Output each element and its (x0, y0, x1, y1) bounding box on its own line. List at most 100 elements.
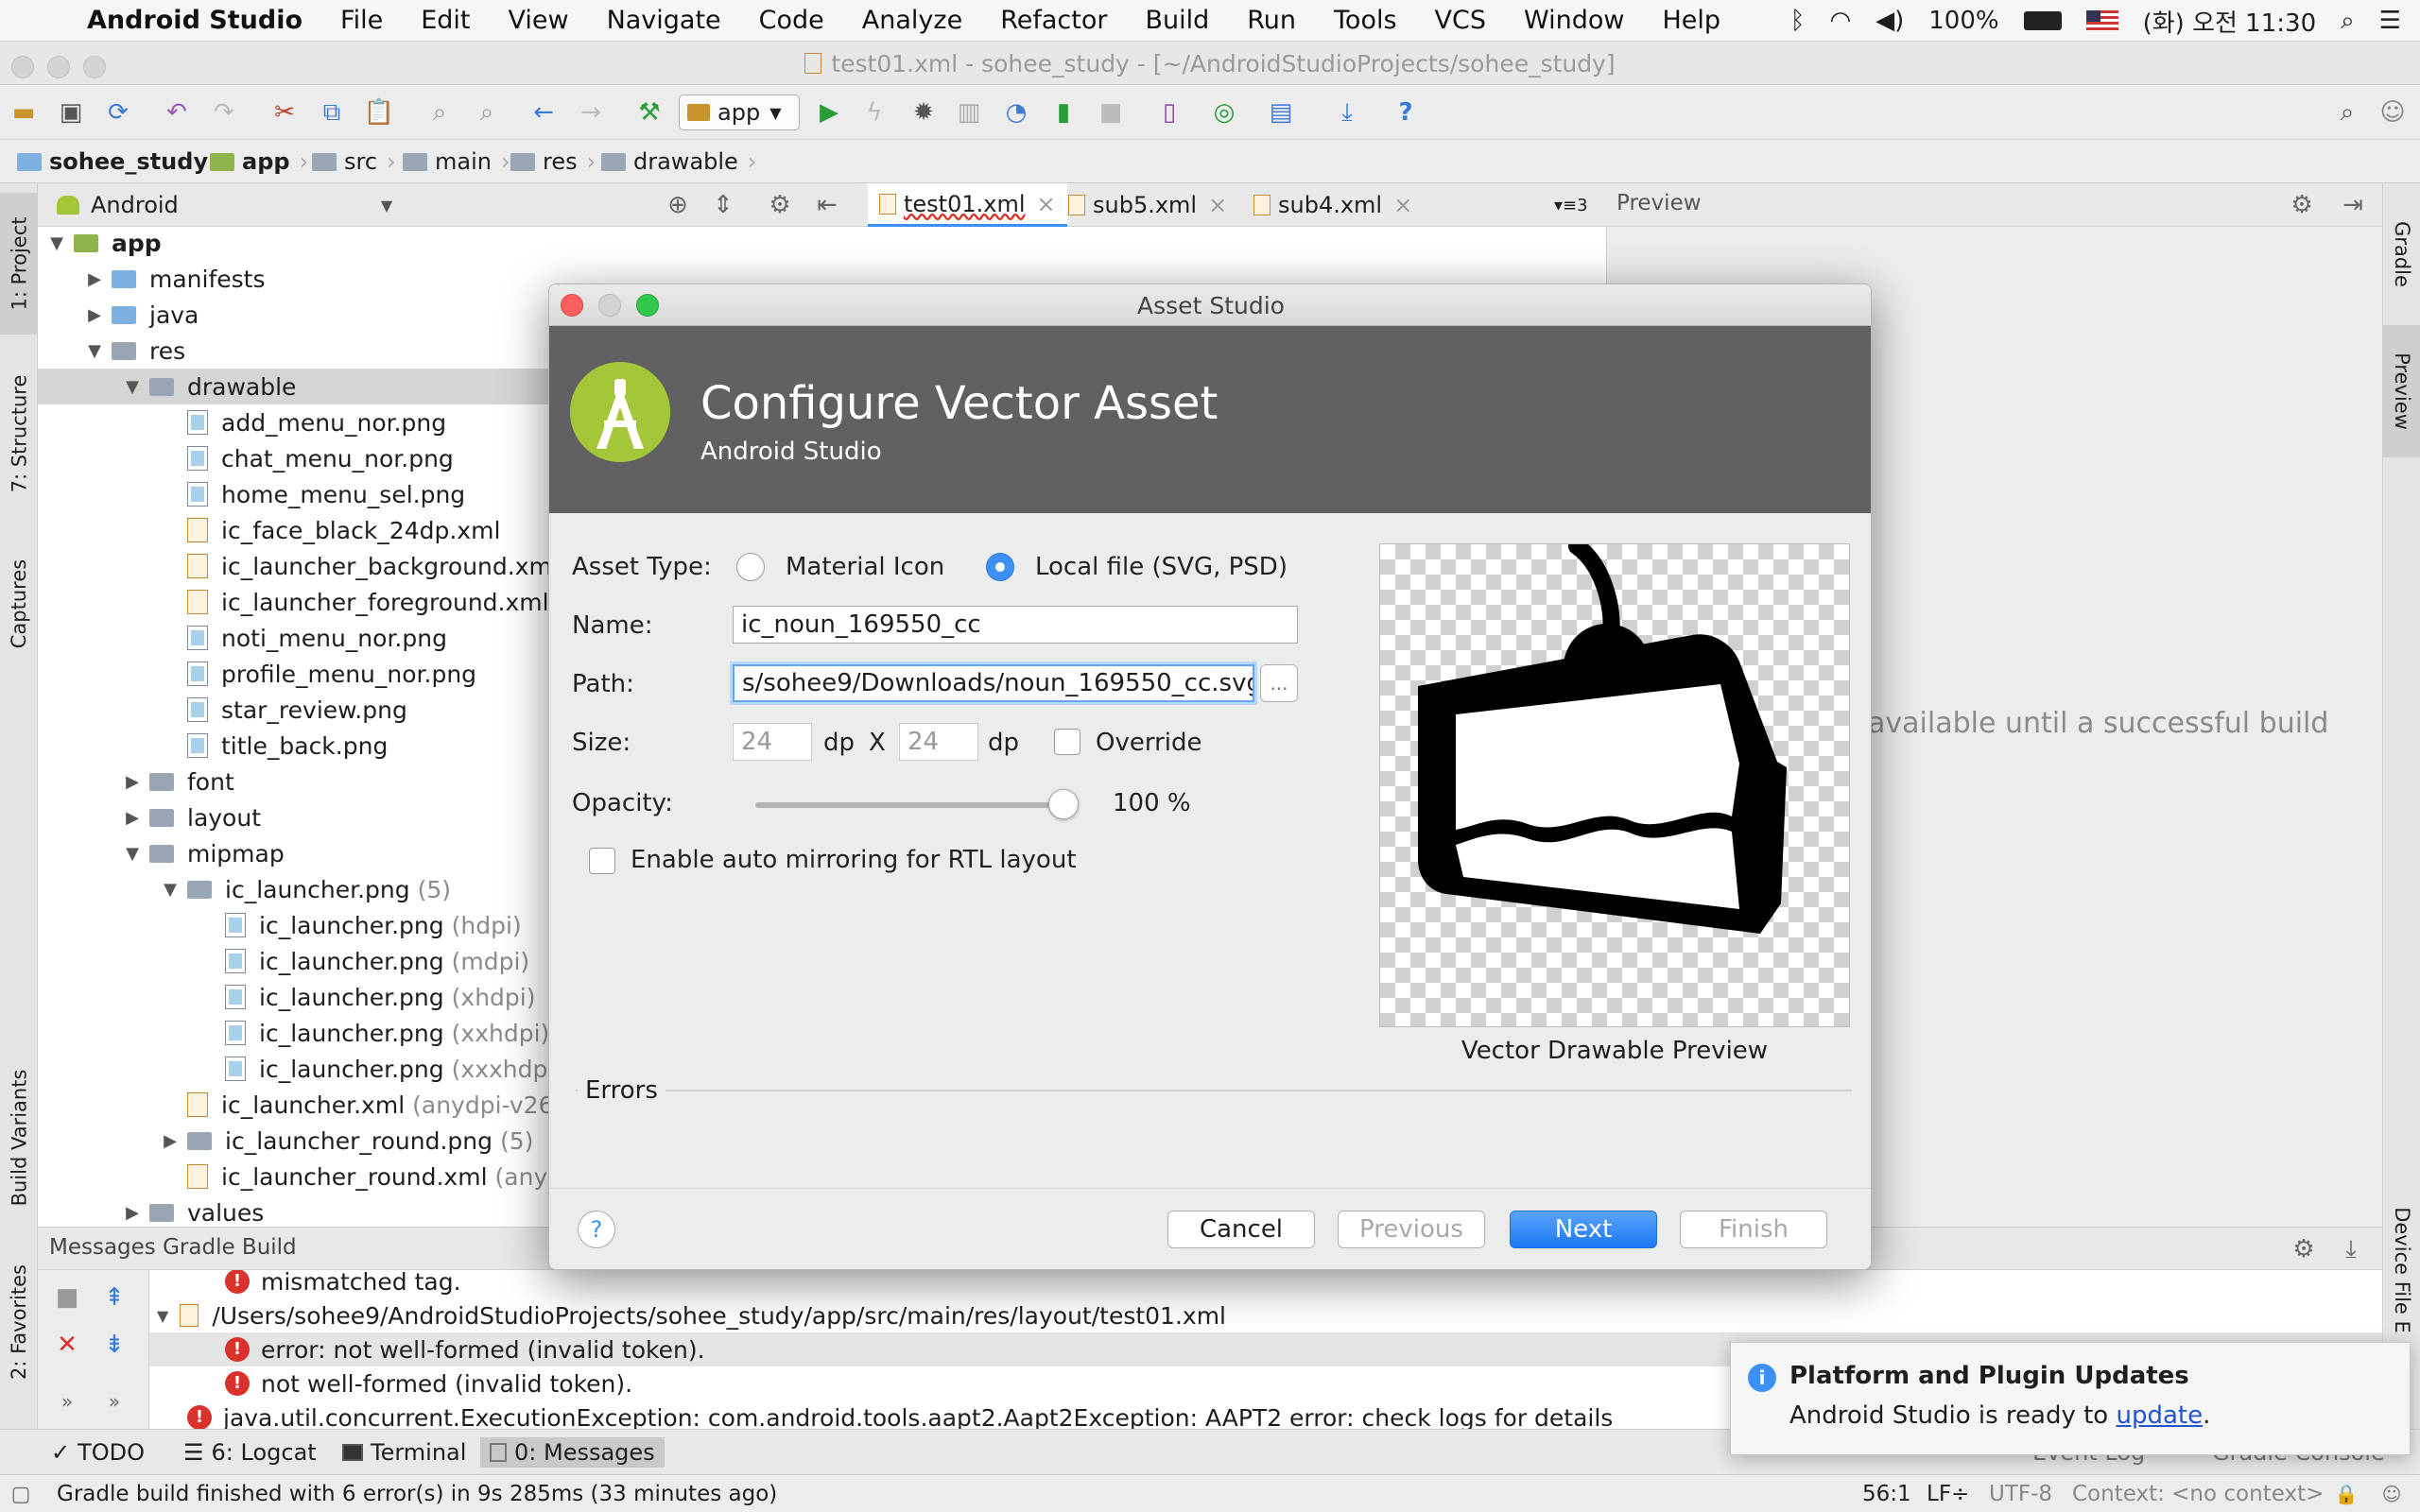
volume-icon[interactable]: ◀) (1876, 7, 1904, 35)
tab-sub5-xml[interactable]: sub5.xml × (1057, 183, 1238, 227)
help-button[interactable]: ? (578, 1211, 615, 1248)
debug-icon[interactable]: ✹ (909, 98, 938, 127)
chevron-right-icon[interactable]: ▶ (121, 808, 144, 828)
tree-item[interactable]: ▼ app (38, 227, 856, 261)
close-icon[interactable]: × (1037, 191, 1056, 217)
forward-icon[interactable]: → (577, 98, 605, 127)
menu-analyze[interactable]: Analyze (843, 6, 981, 35)
sync-gradle-icon[interactable]: ◎ (1210, 98, 1238, 127)
open-folder-icon[interactable]: ▬ (9, 98, 38, 127)
update-notification[interactable]: i Platform and Plugin Updates Android St… (1730, 1342, 2411, 1455)
tab-overflow-button[interactable]: ▾≡ 3 (1543, 183, 1599, 227)
collapse-all-icon[interactable]: ⇕ (709, 191, 737, 219)
asset-type-material-icon-radio[interactable] (736, 553, 765, 581)
tool-tab-project[interactable]: 1: Project (0, 193, 38, 335)
breadcrumb-res[interactable]: res › (510, 147, 596, 176)
menu-help[interactable]: Help (1643, 6, 1739, 35)
chevron-right-icon[interactable]: ▶ (121, 1203, 144, 1223)
breadcrumb-src[interactable]: src › (312, 147, 396, 176)
chevron-down-icon[interactable]: ▼ (121, 377, 144, 397)
user-avatar-icon[interactable]: ☺ (2378, 98, 2407, 127)
toggle-tool-windows-icon[interactable]: ▢ (8, 1481, 34, 1507)
make-project-hammer-icon[interactable]: ⚒ (635, 98, 664, 127)
collapse-all-icon[interactable]: ⇟ (100, 1331, 129, 1359)
menu-window[interactable]: Window (1505, 6, 1643, 35)
tool-tab-captures[interactable]: Captures (0, 533, 38, 675)
gear-icon[interactable]: ⚙ (766, 191, 794, 219)
caret-position[interactable]: 56:1 (1862, 1482, 1911, 1506)
browse-button[interactable]: ... (1260, 664, 1298, 702)
paste-icon[interactable]: 📋 (364, 98, 394, 127)
tool-tab-todo[interactable]: ✓ TODO (42, 1437, 154, 1468)
apk-analyze-icon[interactable]: ▮ (1049, 98, 1078, 127)
tool-tab-messages[interactable]: 0: Messages (480, 1437, 665, 1468)
breadcrumb-drawable[interactable]: drawable › (601, 147, 756, 176)
find-icon[interactable]: ⌕ (425, 98, 454, 127)
override-label[interactable]: Override (1096, 729, 1202, 757)
chevron-right-icon[interactable]: ▶ (159, 1131, 182, 1151)
chevron-down-icon[interactable]: ▼ (157, 1307, 168, 1325)
help-icon[interactable]: ? (1392, 98, 1420, 127)
asset-type-local-file-radio[interactable] (986, 553, 1014, 581)
list-item[interactable]: ! mismatched tag. (225, 1270, 461, 1298)
more-icon[interactable]: » (53, 1387, 81, 1416)
menu-tools[interactable]: Tools (1315, 6, 1416, 35)
chevron-down-icon[interactable]: ▼ (83, 341, 106, 361)
list-item[interactable]: ! java.util.concurrent.ExecutionException… (187, 1400, 1613, 1429)
menu-edit[interactable]: Edit (402, 6, 489, 35)
next-button[interactable]: Next (1510, 1211, 1657, 1248)
opacity-slider-track[interactable] (755, 802, 1063, 808)
tab-test01-xml[interactable]: test01.xml × (868, 183, 1067, 227)
locate-target-icon[interactable]: ⊕ (664, 191, 692, 219)
sync-icon[interactable]: ⟳ (104, 98, 132, 127)
spotlight-search-icon[interactable]: ⌕ (2341, 7, 2355, 36)
auto-mirroring-checkbox[interactable] (589, 848, 615, 874)
battery-percent[interactable]: 100% (1928, 7, 1998, 35)
menu-refactor[interactable]: Refactor (981, 6, 1126, 35)
chevron-down-icon[interactable]: ▼ (372, 191, 401, 219)
list-item[interactable]: ! not well-formed (invalid token). (225, 1366, 632, 1400)
back-icon[interactable]: ← (529, 98, 558, 127)
breadcrumb-main[interactable]: main › (403, 147, 510, 176)
chevron-right-icon[interactable]: ▶ (83, 269, 106, 289)
menu-app-name[interactable]: Android Studio (57, 6, 321, 35)
bluetooth-icon[interactable]: ᛒ (1790, 7, 1806, 35)
project-view-selector[interactable]: Android (57, 191, 179, 219)
avd-manager-icon[interactable]: ▯ (1155, 98, 1184, 127)
chevron-down-icon[interactable]: ▼ (159, 880, 182, 900)
path-field[interactable]: s/sohee9/Downloads/noun_169550_cc.svg (733, 664, 1254, 702)
stop-icon[interactable]: ■ (53, 1283, 81, 1312)
hide-panel-icon[interactable]: ⇤ (813, 191, 841, 219)
tool-tab-preview[interactable]: Preview (2383, 325, 2420, 457)
name-field[interactable]: ic_noun_169550_cc (733, 606, 1298, 644)
auto-mirroring-label[interactable]: Enable auto mirroring for RTL layout (631, 846, 1077, 874)
menu-view[interactable]: View (489, 6, 587, 35)
chevron-down-icon[interactable]: ▼ (45, 233, 68, 253)
minimize-panel-icon[interactable]: ⤓ (2337, 1235, 2365, 1263)
run-icon[interactable]: ▶ (815, 98, 843, 127)
close-icon[interactable]: × (1393, 192, 1412, 218)
chevron-right-icon[interactable]: ▶ (121, 772, 144, 792)
status-message[interactable]: Gradle build finished with 6 error(s) in… (57, 1482, 777, 1506)
opacity-slider-thumb[interactable] (1048, 789, 1079, 819)
save-all-icon[interactable]: ▣ (57, 98, 85, 127)
width-field[interactable]: 24 (733, 723, 812, 761)
tool-tab-gradle[interactable]: Gradle (2383, 202, 2420, 306)
tool-tab-device-file-explorer[interactable]: Device File E (2383, 1176, 2420, 1365)
menu-run[interactable]: Run (1228, 6, 1315, 35)
tool-tab-terminal[interactable]: Terminal (333, 1437, 475, 1468)
material-icon-label[interactable]: Material Icon (786, 553, 944, 581)
expand-all-icon[interactable]: ⇞ (100, 1283, 129, 1312)
tool-tab-favorites[interactable]: 2: Favorites (0, 1251, 38, 1393)
undo-icon[interactable]: ↶ (163, 98, 191, 127)
sdk-manager-icon[interactable]: ⤓ (1333, 98, 1361, 127)
menu-build[interactable]: Build (1126, 6, 1228, 35)
breadcrumb-project[interactable]: sohee_study› (17, 147, 227, 176)
chevron-right-icon[interactable]: ▶ (83, 305, 106, 325)
lock-icon[interactable]: 🔒 (2333, 1481, 2360, 1507)
more-icon[interactable]: » (100, 1387, 129, 1416)
tool-tab-structure[interactable]: 7: Structure (0, 353, 38, 514)
gear-icon[interactable]: ⚙ (2290, 1235, 2318, 1263)
battery-icon[interactable] (2023, 11, 2062, 30)
cut-icon[interactable]: ✂ (270, 98, 299, 127)
